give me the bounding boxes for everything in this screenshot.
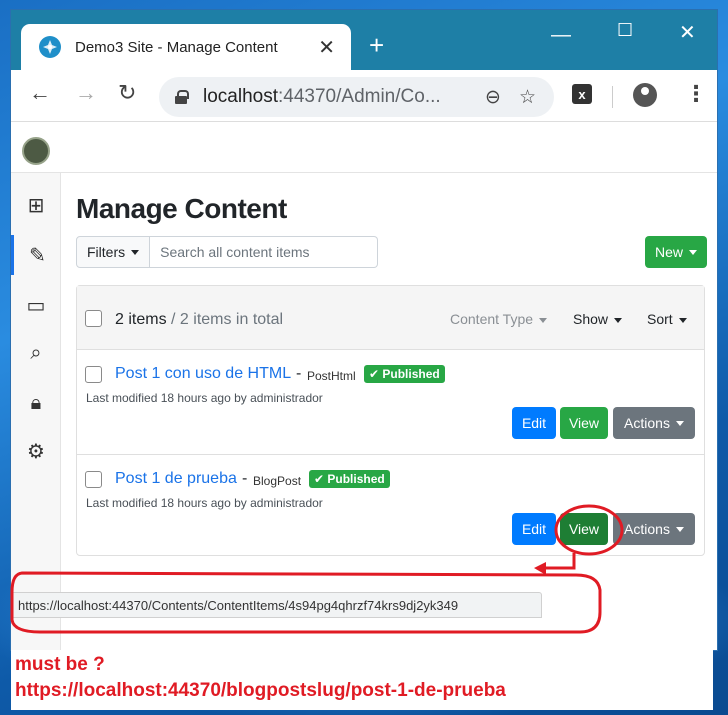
extension-icon[interactable]: x: [572, 84, 592, 104]
item-checkbox[interactable]: [85, 366, 102, 383]
address-bar[interactable]: localhost:44370/Admin/Co... ⊖ ☆: [159, 77, 554, 117]
gear-icon[interactable]: ⚙: [11, 431, 61, 471]
url-text[interactable]: localhost:44370/Admin/Co...: [203, 86, 485, 108]
annotation-line-1: must be ?: [15, 654, 105, 675]
browser-toolbar: ← → ↻ localhost:44370/Admin/Co... ⊖ ☆ x …: [11, 70, 717, 122]
status-bar-url: https://localhost:44370/Contents/Content…: [11, 592, 542, 618]
actions-button[interactable]: Actions: [613, 407, 695, 439]
separator-dash: -: [242, 470, 248, 487]
close-window-icon[interactable]: ✕: [679, 20, 696, 45]
content-type: PostHtml: [307, 369, 356, 383]
list-item: Post 1 con uso de HTML - PostHtml ✔ Publ…: [77, 350, 704, 455]
annotation-note: must be ? https://localhost:44370/blogpo…: [11, 650, 713, 710]
browser-window: Demo3 Site - Manage Content ✕ + — ☐ ✕ ← …: [11, 10, 717, 650]
orchard-favicon-icon: [39, 36, 61, 58]
plus-square-icon[interactable]: ⊞: [11, 185, 61, 225]
status-badge: ✔ Published: [309, 470, 390, 488]
maximize-icon[interactable]: ☐: [617, 20, 633, 41]
lock-icon: [175, 90, 189, 104]
edit-button[interactable]: Edit: [512, 513, 556, 545]
title-bar: Demo3 Site - Manage Content ✕ + — ☐ ✕: [11, 10, 717, 70]
status-badge: ✔ Published: [364, 365, 445, 383]
profile-avatar-icon[interactable]: [633, 83, 657, 107]
zoom-icon[interactable]: ⊖: [485, 86, 501, 109]
modified-text: Last modified 18 hours ago by administra…: [86, 391, 323, 405]
filter-bar: Filters: [76, 236, 379, 268]
caret-down-icon: [614, 317, 623, 323]
search-input[interactable]: [150, 236, 379, 268]
minimize-icon[interactable]: —: [551, 24, 571, 47]
caret-down-icon: [689, 249, 698, 255]
admin-sidebar: ⊞ ✎ ▭ ⌕ 🔒︎ ⚙: [11, 173, 61, 650]
orchard-logo-icon[interactable]: [22, 137, 50, 165]
view-button[interactable]: View: [560, 407, 608, 439]
caret-down-icon: [675, 526, 684, 532]
caret-down-icon: [539, 317, 548, 323]
back-arrow-icon[interactable]: ←: [29, 82, 51, 104]
tab-title: Demo3 Site - Manage Content: [75, 38, 278, 56]
tab-close-icon[interactable]: ✕: [318, 35, 335, 60]
search-icon[interactable]: ⌕: [11, 333, 61, 373]
bookmark-star-icon[interactable]: ☆: [519, 86, 536, 109]
item-title-link[interactable]: Post 1 con uso de HTML: [115, 365, 291, 383]
page-title: Manage Content: [76, 193, 287, 224]
sort-filter[interactable]: Sort: [647, 311, 687, 327]
item-title-link[interactable]: Post 1 de prueba: [115, 470, 237, 488]
new-tab-button[interactable]: +: [369, 32, 384, 58]
separator-dash: -: [296, 365, 302, 382]
edit-icon[interactable]: ✎: [11, 235, 61, 275]
toolbar-separator: [612, 86, 613, 108]
caret-down-icon: [678, 317, 687, 323]
menu-kebab-icon[interactable]: ⋮: [685, 80, 707, 108]
items-count: 2 items / 2 items in total: [115, 311, 284, 328]
list-item: Post 1 de prueba - BlogPost ✔ Published …: [77, 455, 704, 560]
main-content: Manage Content Filters New 2 items / 2 i…: [76, 173, 708, 650]
edit-button[interactable]: Edit: [512, 407, 556, 439]
modified-text: Last modified 18 hours ago by administra…: [86, 496, 323, 510]
content-list: 2 items / 2 items in total Content Type …: [76, 285, 705, 556]
view-button[interactable]: View: [560, 513, 608, 545]
select-all-checkbox[interactable]: [85, 310, 102, 327]
new-button[interactable]: New: [645, 236, 708, 268]
caret-down-icon: [131, 249, 140, 255]
lock-icon[interactable]: 🔒︎: [11, 383, 61, 423]
content-type: BlogPost: [253, 474, 302, 488]
monitor-icon[interactable]: ▭: [11, 285, 61, 325]
item-checkbox[interactable]: [85, 471, 102, 488]
actions-button[interactable]: Actions: [613, 513, 695, 545]
browser-tab[interactable]: Demo3 Site - Manage Content ✕: [21, 24, 351, 70]
list-header: 2 items / 2 items in total Content Type …: [77, 286, 704, 350]
filters-button[interactable]: Filters: [76, 236, 151, 268]
annotation-line-2: https://localhost:44370/blogpostslug/pos…: [15, 680, 506, 701]
reload-icon[interactable]: ↻: [118, 82, 136, 104]
caret-down-icon: [675, 420, 684, 426]
show-filter[interactable]: Show: [573, 311, 623, 327]
admin-top-bar: [11, 123, 717, 173]
forward-arrow-icon[interactable]: →: [75, 82, 97, 104]
content-type-filter[interactable]: Content Type: [450, 311, 548, 327]
